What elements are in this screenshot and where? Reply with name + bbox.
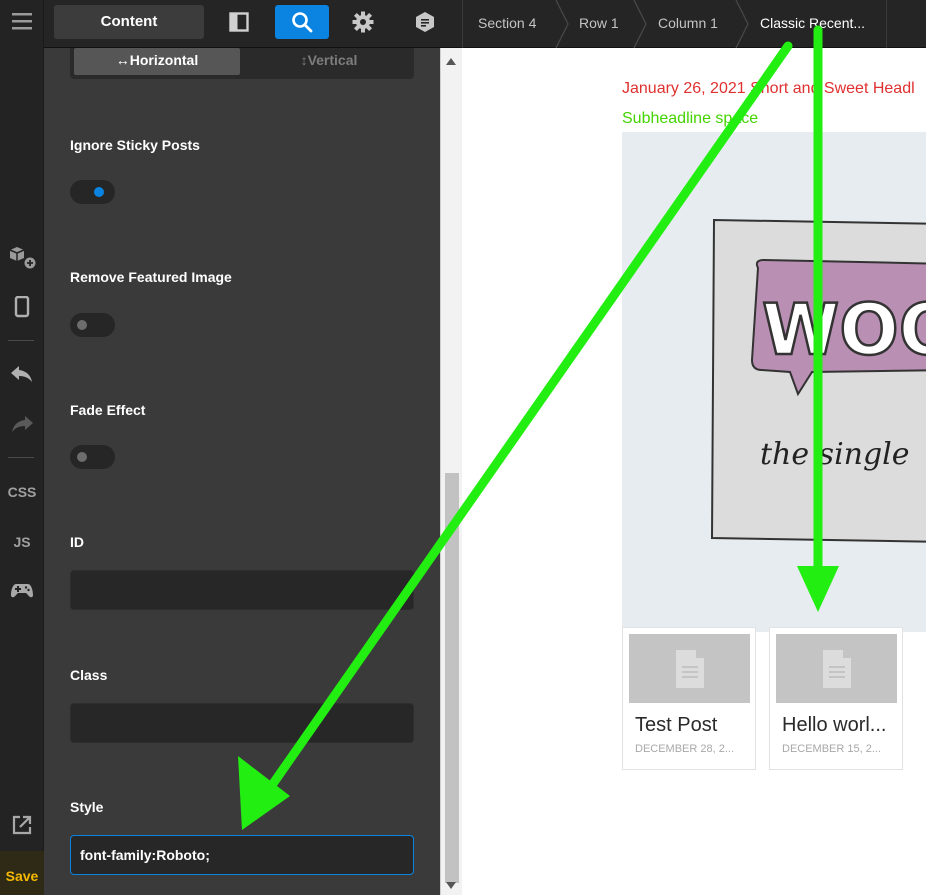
orientation-switch: ↔Horizontal ↕Vertical [70, 48, 414, 79]
id-label: ID [70, 534, 84, 550]
undo-icon[interactable] [0, 364, 44, 389]
js-button[interactable]: JS [0, 534, 44, 550]
rail-divider [8, 340, 34, 341]
wordpress-icon[interactable] [405, 5, 445, 39]
breadcrumb-item-row[interactable]: Row 1 [579, 0, 619, 48]
css-button[interactable]: CSS [0, 484, 44, 500]
woo-caption-text: the single [760, 437, 910, 472]
add-element-icon[interactable] [0, 244, 44, 275]
class-label: Class [70, 667, 108, 683]
document-icon [675, 649, 704, 688]
style-field[interactable] [70, 835, 414, 875]
settings-panel: ↔Horizontal ↕Vertical Ignore Sticky Post… [44, 48, 440, 895]
featured-image[interactable]: WOO the single [622, 132, 926, 632]
post-headline[interactable]: January 26, 2021 Short and Sweet Headl [622, 80, 915, 98]
app-root: CSS JS Save Content Section 4 Row 1 Colu… [0, 0, 926, 895]
chevron-right-icon [735, 0, 749, 48]
remove-featured-toggle[interactable] [70, 313, 115, 337]
woo-illustration: WOO the single [710, 218, 926, 543]
post-card[interactable]: Hello worl... DECEMBER 15, 2... [769, 627, 903, 770]
page-preview: January 26, 2021 Short and Sweet Headl S… [462, 48, 926, 895]
external-link-icon[interactable] [0, 814, 44, 841]
class-field[interactable] [70, 703, 414, 743]
mobile-icon[interactable] [0, 295, 44, 323]
remove-featured-label: Remove Featured Image [70, 269, 232, 285]
fade-effect-label: Fade Effect [70, 402, 146, 418]
top-bar: Content Section 4 Row 1 Column 1 Classic… [44, 0, 926, 48]
redo-icon[interactable] [0, 414, 44, 439]
id-field[interactable] [70, 570, 414, 610]
toggle-knob [94, 187, 104, 197]
scroll-down-icon[interactable] [446, 882, 456, 889]
orientation-vertical-button[interactable]: ↕Vertical [246, 48, 412, 75]
rail-divider [8, 457, 34, 458]
post-title[interactable]: Test Post [635, 714, 751, 737]
gear-icon[interactable] [343, 5, 383, 39]
orientation-horizontal-button[interactable]: ↔Horizontal [74, 48, 240, 75]
toggle-knob [77, 320, 87, 330]
post-subheadline[interactable]: Subheadline space [622, 110, 758, 128]
toggle-knob [77, 452, 87, 462]
document-icon [822, 649, 851, 688]
breadcrumb-item-column[interactable]: Column 1 [658, 0, 718, 48]
save-button[interactable]: Save [0, 851, 44, 895]
ignore-sticky-label: Ignore Sticky Posts [70, 137, 200, 153]
left-rail: CSS JS Save [0, 0, 44, 895]
search-icon[interactable] [275, 5, 329, 39]
chevron-right-icon [555, 0, 569, 48]
scroll-up-icon[interactable] [446, 58, 456, 65]
post-title[interactable]: Hello worl... [782, 714, 898, 737]
breadcrumb-end-divider [886, 0, 887, 48]
woo-logo-text: WOO [762, 289, 926, 371]
panel-scrollbar[interactable] [440, 48, 462, 895]
breadcrumb: Section 4 Row 1 Column 1 Classic Recent.… [462, 0, 887, 48]
layout-icon[interactable] [219, 5, 259, 39]
fade-effect-toggle[interactable] [70, 445, 115, 469]
post-date: DECEMBER 28, 2... [635, 743, 735, 755]
post-thumbnail [776, 634, 897, 703]
post-card[interactable]: Test Post DECEMBER 28, 2... [622, 627, 756, 770]
tab-content[interactable]: Content [54, 5, 204, 39]
ignore-sticky-toggle[interactable] [70, 180, 115, 204]
style-label: Style [70, 799, 104, 815]
scrollbar-thumb[interactable] [445, 473, 459, 883]
post-date: DECEMBER 15, 2... [782, 743, 882, 755]
gamepad-icon[interactable] [0, 580, 44, 605]
menu-icon[interactable] [0, 10, 44, 37]
post-thumbnail [629, 634, 750, 703]
chevron-right-icon [633, 0, 647, 48]
breadcrumb-item-current[interactable]: Classic Recent... [760, 0, 865, 48]
breadcrumb-item-section[interactable]: Section 4 [478, 0, 536, 48]
